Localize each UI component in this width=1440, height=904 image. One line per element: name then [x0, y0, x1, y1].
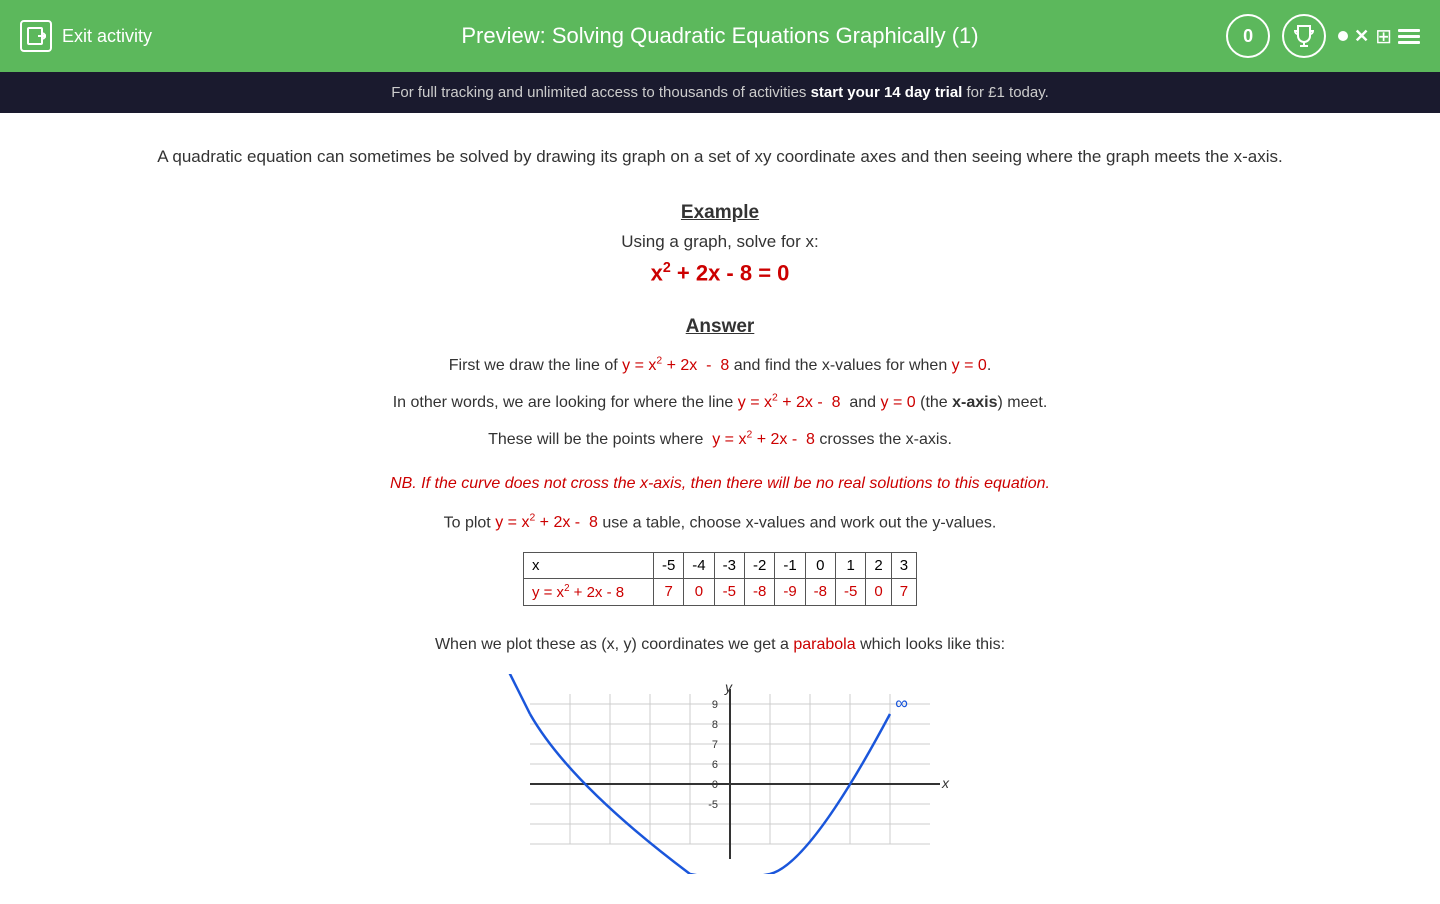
- line2-after: (the x-axis) meet.: [920, 394, 1047, 411]
- score-badge: 0: [1226, 14, 1270, 58]
- example-equation: x2 + 2x - 8 = 0: [80, 260, 1360, 286]
- header: Exit activity Preview: Solving Quadratic…: [0, 0, 1440, 72]
- line2-before: In other words, we are looking for where…: [393, 394, 734, 411]
- x-val-4: -2: [744, 552, 774, 578]
- line2-and: and: [849, 394, 876, 411]
- example-heading: Example: [80, 202, 1360, 224]
- values-table-wrapper: x -5 -4 -3 -2 -1 0 1 2 3 y = x2 + 2x - 8…: [80, 552, 1360, 606]
- svg-text:9: 9: [712, 699, 718, 711]
- x-val-5: -1: [775, 552, 805, 578]
- parabola-text: When we plot these as (x, y) coordinates…: [80, 636, 1360, 654]
- y-val-5: -9: [775, 578, 805, 605]
- y-val-2: 0: [684, 578, 714, 605]
- x-val-1: -5: [653, 552, 683, 578]
- y-val-1: 7: [653, 578, 683, 605]
- line1-after: and find the x-values for when: [734, 357, 947, 374]
- x-val-3: -3: [714, 552, 744, 578]
- line1-y: y = 0: [952, 357, 987, 374]
- y-val-6: -8: [805, 578, 835, 605]
- page-title: Preview: Solving Quadratic Equations Gra…: [461, 23, 978, 49]
- banner-text-before: For full tracking and unlimited access t…: [391, 84, 810, 101]
- line3-before: These will be the points where: [488, 431, 703, 448]
- x-val-2: -4: [684, 552, 714, 578]
- banner-cta[interactable]: start your 14 day trial: [811, 84, 963, 101]
- nb-text: NB. If the curve does not cross the x-ax…: [80, 475, 1360, 493]
- parabola-word: parabola: [793, 636, 855, 653]
- plot-before: To plot: [444, 514, 491, 531]
- table-row-y: y = x2 + 2x - 8 7 0 -5 -8 -9 -8 -5 0 7: [523, 578, 916, 605]
- svg-text:6: 6: [712, 759, 718, 771]
- line1-before: First we draw the line of: [449, 357, 618, 374]
- x-val-9: 3: [891, 552, 916, 578]
- plot-text: To plot y = x2 + 2x - 8 use a table, cho…: [80, 513, 1360, 532]
- parabola-after: which looks like this:: [860, 636, 1005, 653]
- svg-text:-5: -5: [708, 799, 718, 811]
- corner-dot-icon: [1338, 31, 1348, 41]
- promo-banner: For full tracking and unlimited access t…: [0, 72, 1440, 113]
- svg-text:8: 8: [712, 719, 718, 731]
- corner-icons: ✕ ⊞: [1338, 24, 1420, 49]
- graph-container: y x 9 8 7 6 0 -5 ∞: [80, 674, 1360, 874]
- intro-paragraph: A quadratic equation can sometimes be so…: [80, 143, 1360, 172]
- y-val-9: 7: [891, 578, 916, 605]
- y-val-4: -8: [744, 578, 774, 605]
- score-value: 0: [1243, 26, 1253, 47]
- answer-section: Answer First we draw the line of y = x2 …: [80, 316, 1360, 532]
- corner-puzzle-icon: ⊞: [1375, 24, 1392, 49]
- parabola-graph: y x 9 8 7 6 0 -5 ∞: [490, 674, 950, 874]
- plot-eq: y = x2 + 2x - 8: [495, 514, 598, 531]
- x-val-7: 1: [836, 552, 866, 578]
- svg-text:0: 0: [712, 779, 718, 791]
- svg-text:x: x: [941, 775, 950, 791]
- answer-line-2: In other words, we are looking for where…: [80, 389, 1360, 418]
- main-content: A quadratic equation can sometimes be so…: [0, 113, 1440, 904]
- answer-line-3: These will be the points where y = x2 + …: [80, 426, 1360, 455]
- y-val-7: -5: [836, 578, 866, 605]
- banner-text-after: for £1 today.: [962, 84, 1048, 101]
- values-table: x -5 -4 -3 -2 -1 0 1 2 3 y = x2 + 2x - 8…: [523, 552, 917, 606]
- line1-eq: y = x2 + 2x - 8: [622, 357, 729, 374]
- header-right: 0 ✕ ⊞: [1226, 14, 1420, 58]
- y-val-3: -5: [714, 578, 744, 605]
- plot-after: use a table, choose x-values and work ou…: [602, 514, 996, 531]
- line3-eq: y = x2 + 2x - 8: [712, 431, 815, 448]
- corner-x-icon: ✕: [1354, 26, 1369, 47]
- line3-after: crosses the x-axis.: [819, 431, 951, 448]
- exit-label: Exit activity: [62, 26, 152, 47]
- line2-eq: y = x2 + 2x - 8: [738, 394, 841, 411]
- answer-line-1: First we draw the line of y = x2 + 2x - …: [80, 352, 1360, 381]
- corner-menu-icon: [1398, 29, 1420, 44]
- example-subtext: Using a graph, solve for x:: [80, 232, 1360, 252]
- line2-y: y = 0: [881, 394, 916, 411]
- x-val-8: 2: [866, 552, 891, 578]
- svg-text:∞: ∞: [895, 693, 908, 713]
- answer-heading: Answer: [80, 316, 1360, 338]
- parabola-before: When we plot these as (x, y) coordinates…: [435, 636, 789, 653]
- y-val-8: 0: [866, 578, 891, 605]
- svg-text:y: y: [724, 679, 733, 695]
- exit-button[interactable]: Exit activity: [20, 20, 152, 52]
- trophy-button[interactable]: [1282, 14, 1326, 58]
- x-val-6: 0: [805, 552, 835, 578]
- exit-icon: [20, 20, 52, 52]
- table-row-x: x -5 -4 -3 -2 -1 0 1 2 3: [523, 552, 916, 578]
- svg-text:7: 7: [712, 739, 718, 751]
- y-label: y = x2 + 2x - 8: [523, 578, 653, 605]
- x-label: x: [523, 552, 653, 578]
- line1-end: .: [987, 357, 991, 374]
- example-section: Example Using a graph, solve for x: x2 +…: [80, 202, 1360, 286]
